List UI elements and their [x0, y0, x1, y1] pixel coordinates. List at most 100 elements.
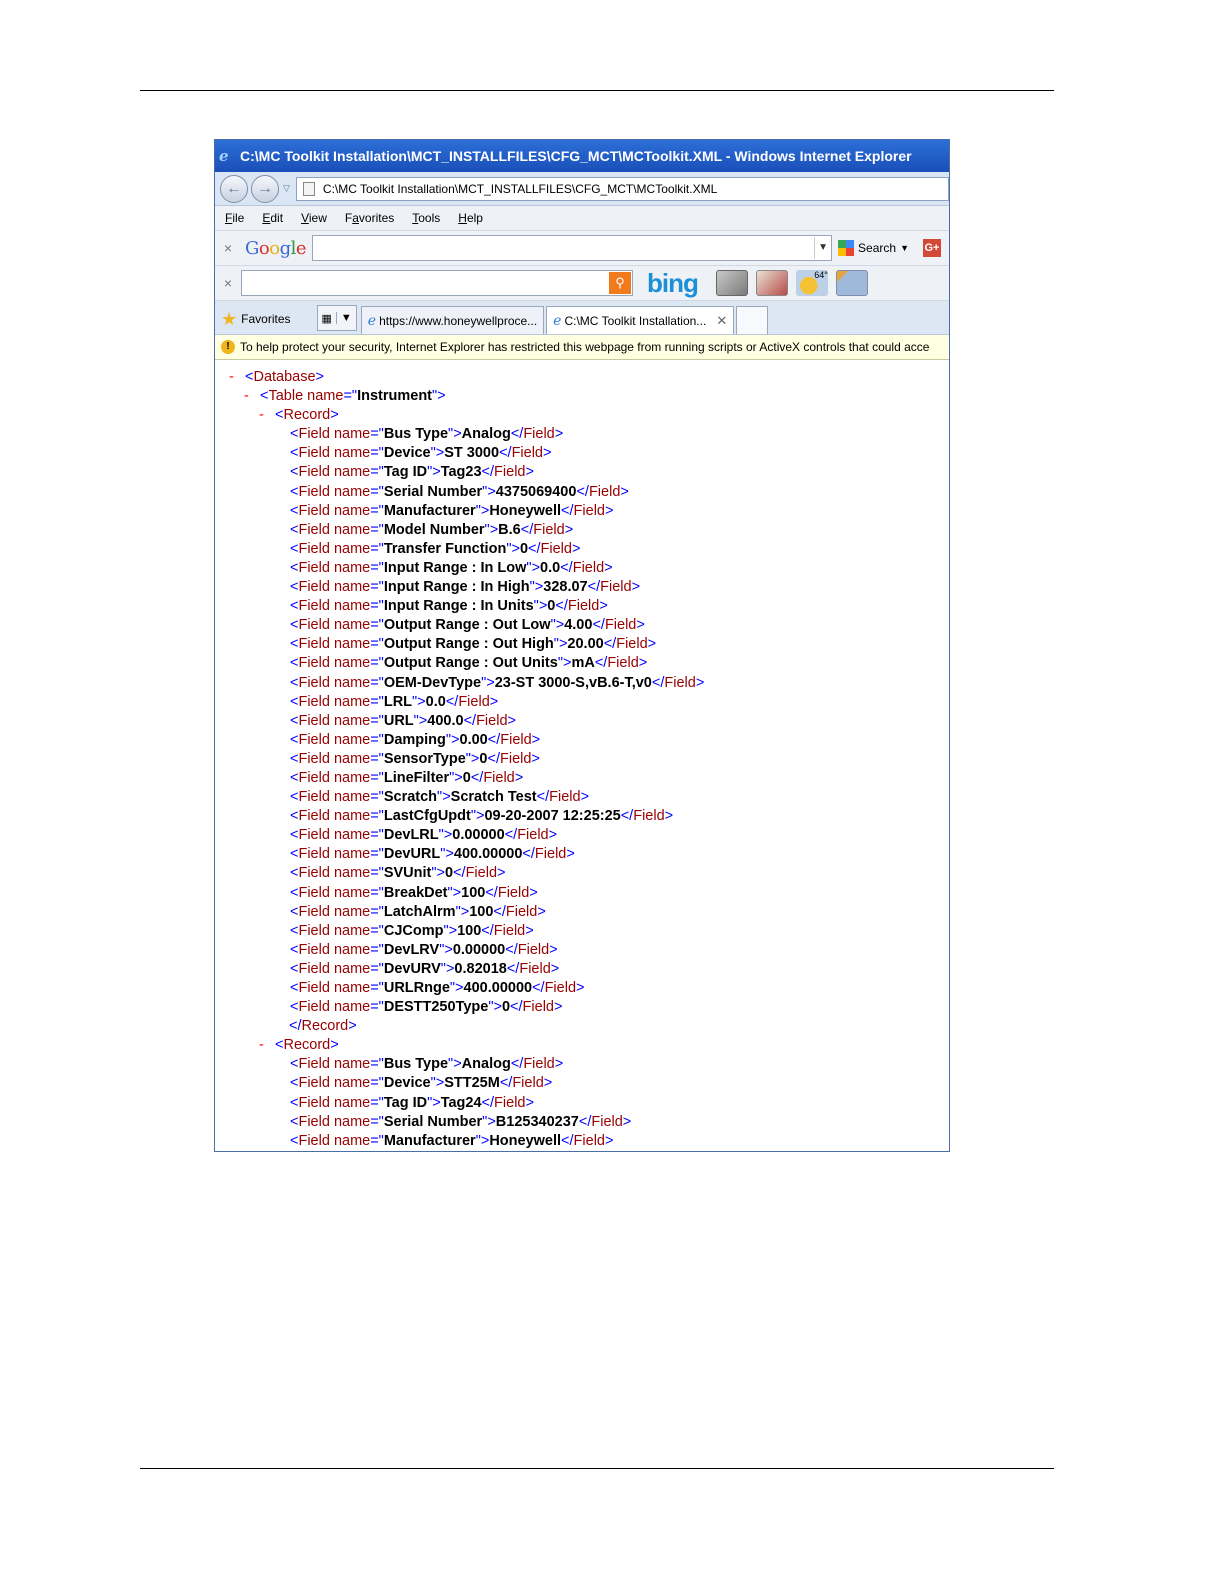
- menu-favorites[interactable]: Favorites: [345, 211, 394, 225]
- history-dropdown-icon[interactable]: ▽: [283, 183, 290, 194]
- record-2-fields: <Field name="Bus Type">Analog</Field> <Fi…: [229, 1055, 949, 1150]
- xml-field-line: <Field name="Bus Type">Analog</Field>: [290, 1056, 564, 1073]
- news-alert-icon[interactable]: [715, 270, 748, 296]
- collapse-icon[interactable]: -: [259, 406, 275, 425]
- google-logo: Google: [245, 237, 307, 259]
- field-name: DevLRV: [383, 941, 440, 958]
- xml-field-line: <Field name="Scratch">Scratch Test</Fiel…: [290, 789, 590, 806]
- tab-label: https://www.honeywellproce...: [379, 313, 538, 328]
- field-name: LRL: [383, 693, 413, 710]
- weather-icon[interactable]: 64°: [795, 270, 828, 296]
- google-search-label: Search: [858, 241, 897, 255]
- xml-record-open: - <Record>: [229, 406, 949, 425]
- field-value: 100: [469, 903, 494, 920]
- field-value: 4375069400: [495, 483, 577, 500]
- chevron-down-icon[interactable]: ▼: [814, 237, 831, 259]
- title-bar[interactable]: e C:\MC Toolkit Installation\MCT_INSTALL…: [215, 140, 949, 172]
- field-value: 328.07: [543, 579, 588, 596]
- menu-tools[interactable]: Tools: [412, 211, 440, 225]
- tab-list-dropdown-icon[interactable]: ▼: [335, 312, 356, 324]
- field-value: 400.00000: [453, 846, 523, 863]
- xml-field-line: <Field name="DevURV">0.82018</Field>: [290, 960, 560, 977]
- field-name: Damping: [383, 731, 446, 748]
- tab-honeywell[interactable]: e https://www.honeywellproce...: [360, 306, 545, 334]
- tab-mctoolkit[interactable]: e C:\MC Toolkit Installation... ✕: [546, 306, 735, 334]
- ie-logo-icon: e: [219, 147, 229, 165]
- menu-view[interactable]: View: [301, 211, 327, 225]
- bing-search-input[interactable]: ⚲: [241, 270, 633, 296]
- close-tab-icon[interactable]: ✕: [716, 313, 727, 329]
- bing-search-icon[interactable]: ⚲: [609, 272, 631, 294]
- forward-button[interactable]: →: [251, 174, 279, 203]
- field-value: 0.00: [459, 731, 488, 748]
- xml-table-open: - <Table name="Instrument">: [229, 387, 949, 406]
- star-icon: ★: [221, 308, 238, 329]
- xml-field-line: <Field name="Input Range : In High">328.…: [290, 579, 641, 596]
- field-value: 0.0: [425, 693, 446, 710]
- xml-field-line: <Field name="LastCfgUpdt">09-20-2007 12:…: [290, 808, 674, 825]
- google-toolbar-close-icon[interactable]: ×: [215, 240, 241, 256]
- back-button[interactable]: ←: [220, 174, 248, 203]
- field-name: DevLRL: [383, 827, 439, 844]
- field-value: STT25M: [444, 1075, 500, 1092]
- google-search-icon: [838, 240, 855, 256]
- menu-edit[interactable]: Edit: [262, 211, 283, 225]
- field-value: 0: [462, 769, 471, 786]
- mail-icon[interactable]: [835, 270, 868, 296]
- field-name: DESTT250Type: [383, 999, 489, 1016]
- menu-bar: File Edit View Favorites Tools Help: [215, 206, 949, 231]
- menu-file[interactable]: File: [225, 211, 244, 225]
- ie-window: e C:\MC Toolkit Installation\MCT_INSTALL…: [214, 139, 950, 1152]
- field-value: 0.00000: [452, 941, 506, 958]
- field-name: LatchAlrm: [383, 903, 456, 920]
- security-infobar[interactable]: ! To help protect your security, Interne…: [215, 335, 949, 360]
- field-name: Tag ID: [383, 1094, 428, 1111]
- field-name: DevURV: [383, 960, 441, 977]
- field-value: 0.0: [540, 559, 561, 576]
- xml-field-line: <Field name="Tag ID">Tag23</Field>: [290, 464, 534, 481]
- field-name: DevURL: [383, 846, 441, 863]
- xml-field-line: <Field name="Manufacturer">Honeywell</Fi…: [290, 502, 614, 519]
- field-value: B125340237: [495, 1113, 579, 1130]
- new-tab-button[interactable]: [736, 306, 769, 334]
- translate-icon[interactable]: [755, 270, 788, 296]
- favorites-button[interactable]: ★ Favorites: [221, 304, 291, 334]
- grid-icon[interactable]: ▦: [318, 312, 336, 325]
- google-plus-icon[interactable]: G+: [922, 239, 941, 257]
- address-input[interactable]: C:\MC Toolkit Installation\MCT_INSTALLFI…: [295, 176, 949, 201]
- field-value: 0.00000: [452, 827, 505, 844]
- field-name: Scratch: [383, 789, 438, 806]
- collapse-icon[interactable]: -: [259, 1036, 275, 1055]
- search-dropdown-icon[interactable]: ▼: [900, 243, 909, 253]
- xml-field-line: <Field name="Device">STT25M</Field>: [290, 1075, 553, 1092]
- ie-page-icon: e: [367, 312, 377, 329]
- xml-field-line: <Field name="URLRnge">400.00000</Field>: [290, 980, 585, 996]
- field-name: OEM-DevType: [383, 674, 482, 691]
- collapse-icon[interactable]: -: [244, 387, 260, 406]
- collapse-icon[interactable]: -: [229, 368, 245, 387]
- infobar-text: To help protect your security, Internet …: [240, 340, 930, 354]
- field-name: Transfer Function: [383, 540, 507, 557]
- field-value: 23-ST 3000-S,vB.6-T,v0: [494, 674, 652, 691]
- quick-tabs[interactable]: ▦ ▼: [316, 305, 357, 331]
- bing-logo: bing: [647, 268, 699, 298]
- window-title: C:\MC Toolkit Installation\MCT_INSTALLFI…: [240, 148, 912, 164]
- xml-field-line: <Field name="DESTT250Type">0</Field>: [290, 999, 563, 1016]
- xml-field-line: <Field name="Bus Type">Analog</Field>: [290, 426, 564, 443]
- xml-field-line: <Field name="Output Range : Out Low">4.0…: [290, 617, 645, 634]
- xml-field-line: <Field name="OEM-DevType">23-ST 3000-S,v…: [290, 674, 705, 691]
- header-rule: [140, 90, 1054, 91]
- field-name: Manufacturer: [383, 1132, 476, 1149]
- bing-toolbar-close-icon[interactable]: ×: [215, 275, 241, 291]
- google-search-input[interactable]: ▼: [312, 235, 833, 261]
- xml-field-line: <Field name="DevLRL">0.00000</Field>: [290, 827, 558, 844]
- shield-warning-icon: !: [221, 340, 235, 354]
- google-search-button[interactable]: Search ▼: [838, 240, 909, 256]
- address-bar: ← → ▽ C:\MC Toolkit Installation\MCT_INS…: [215, 172, 949, 206]
- menu-help[interactable]: Help: [458, 211, 483, 225]
- field-value: mA: [571, 655, 595, 672]
- xml-database-open: - <Database>: [229, 368, 949, 387]
- xml-field-line: <Field name="Tag ID">Tag24</Field>: [290, 1094, 534, 1111]
- xml-field-line: <Field name="Damping">0.00</Field>: [290, 731, 541, 748]
- field-name: Manufacturer: [383, 502, 476, 519]
